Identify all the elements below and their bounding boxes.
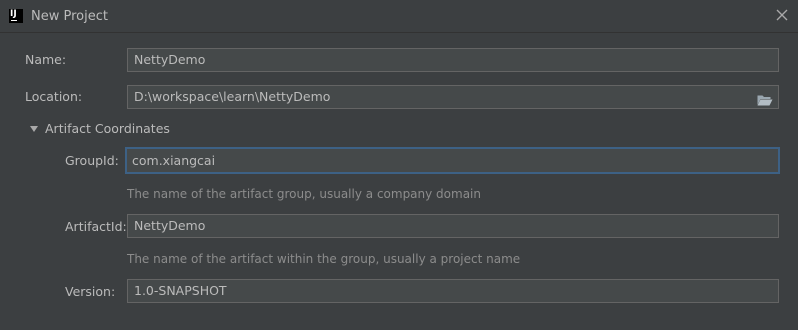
- location-label: Location:: [25, 89, 83, 104]
- name-label: Name:: [25, 52, 67, 67]
- intellij-idea-icon: IJ: [9, 9, 23, 23]
- dialog-title: New Project: [31, 9, 108, 24]
- new-project-dialog: IJ New Project Name: NettyDemo Location:…: [0, 0, 798, 330]
- triangle-down-icon: [30, 126, 38, 132]
- title-bar: IJ New Project: [0, 0, 798, 33]
- version-input-value: 1.0-SNAPSHOT: [134, 283, 227, 298]
- groupid-input[interactable]: com.xiangcai: [125, 147, 780, 174]
- artifactid-label: ArtifactId:: [65, 219, 127, 234]
- app-icon-text: IJ: [10, 9, 17, 19]
- artifact-coordinates-label: Artifact Coordinates: [45, 121, 170, 136]
- name-input[interactable]: NettyDemo: [127, 48, 779, 72]
- close-icon[interactable]: [774, 7, 790, 23]
- artifactid-input[interactable]: NettyDemo: [127, 214, 779, 238]
- groupid-label: GroupId:: [65, 153, 119, 168]
- artifact-coordinates-toggle[interactable]: Artifact Coordinates: [30, 121, 170, 136]
- location-input[interactable]: D:\workspace\learn\NettyDemo: [127, 85, 779, 109]
- artifactid-hint: The name of the artifact within the grou…: [127, 252, 521, 266]
- location-input-value: D:\workspace\learn\NettyDemo: [134, 89, 331, 104]
- version-input[interactable]: 1.0-SNAPSHOT: [127, 279, 779, 303]
- folder-open-icon[interactable]: [757, 91, 773, 106]
- groupid-input-value: com.xiangcai: [132, 153, 216, 168]
- name-input-value: NettyDemo: [134, 52, 206, 67]
- version-label: Version:: [65, 284, 116, 299]
- groupid-hint: The name of the artifact group, usually …: [127, 187, 481, 201]
- artifactid-input-value: NettyDemo: [134, 218, 206, 233]
